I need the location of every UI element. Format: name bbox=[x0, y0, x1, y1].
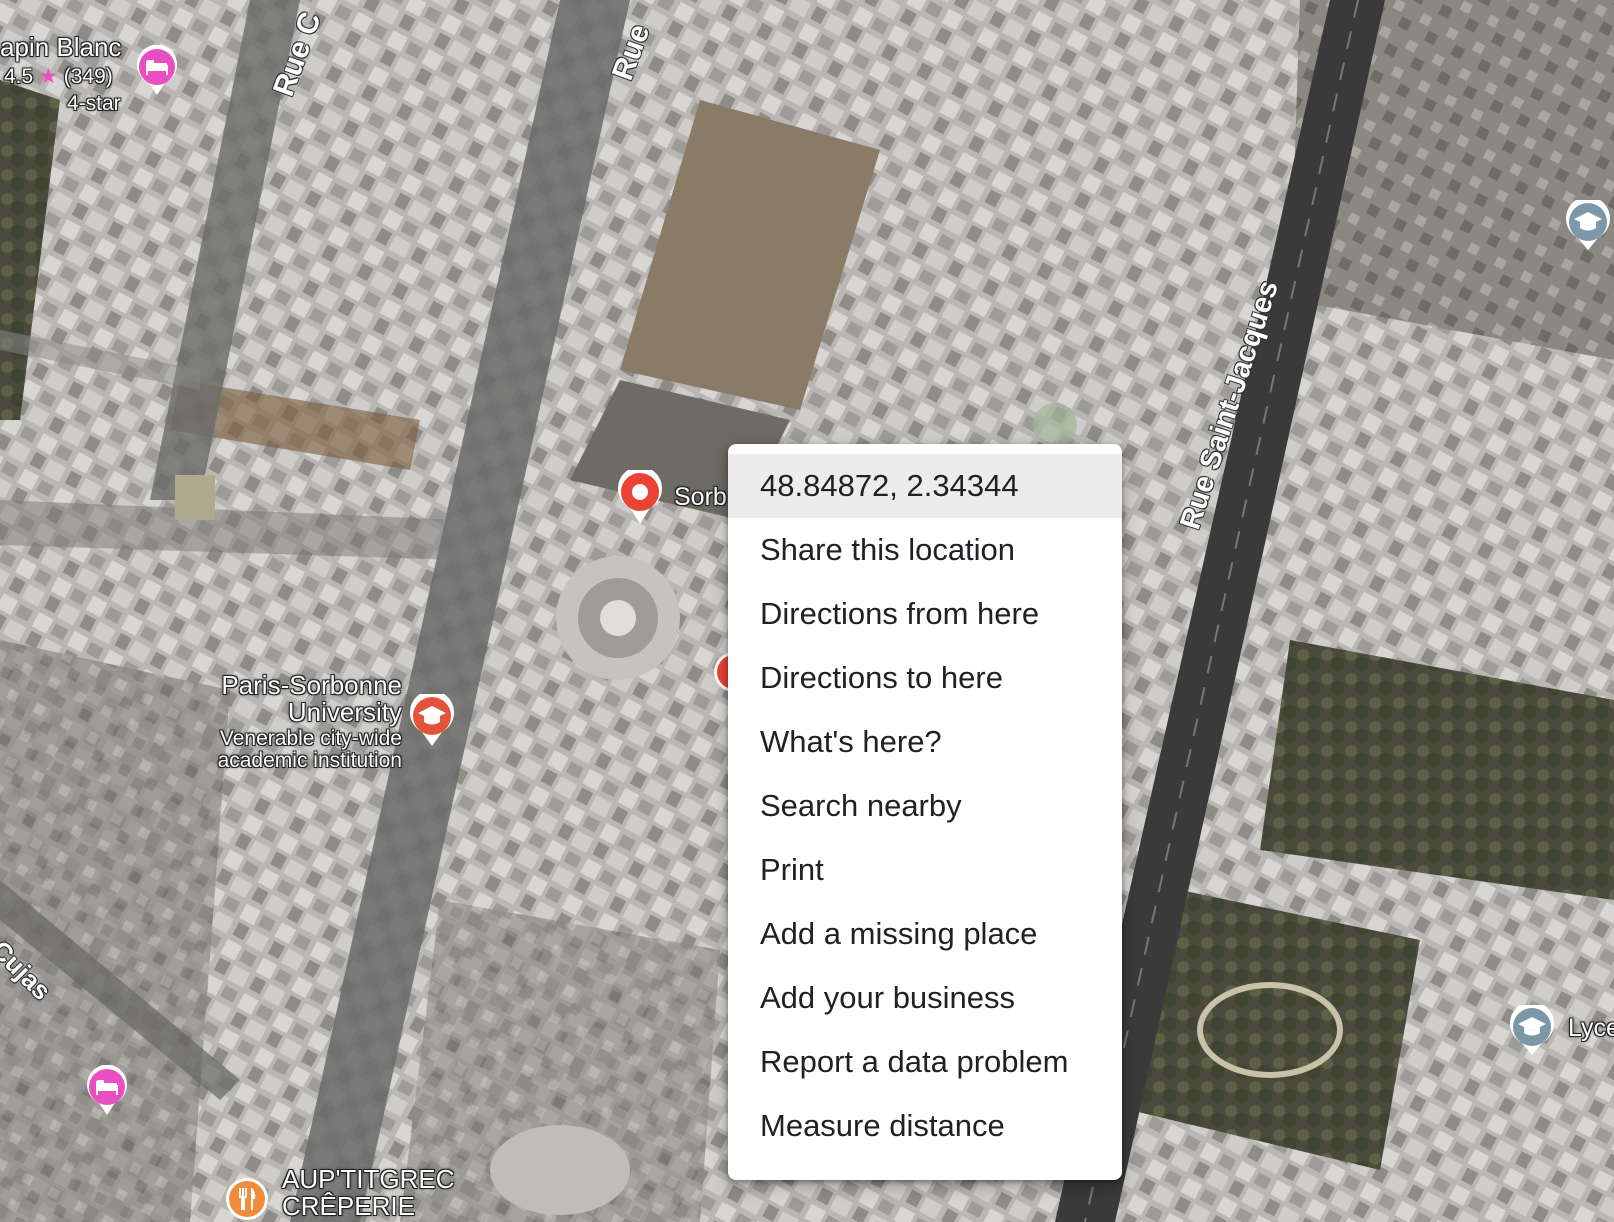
directions-to-here-menu-item[interactable]: Directions to here bbox=[728, 646, 1122, 710]
share-location-menu-item[interactable]: Share this location bbox=[728, 518, 1122, 582]
location-pin-icon bbox=[618, 470, 662, 524]
restaurant-pin[interactable] bbox=[225, 1177, 269, 1222]
university-description: Venerable city-wide academic institution bbox=[200, 727, 402, 773]
directions-from-here-menu-item[interactable]: Directions from here bbox=[728, 582, 1122, 646]
university-description-line2: academic institution bbox=[217, 749, 402, 773]
graduation-cap-icon bbox=[1510, 1005, 1554, 1055]
print-menu-item[interactable]: Print bbox=[728, 838, 1122, 902]
hotel-name-label[interactable]: apin Blanc bbox=[0, 33, 121, 61]
hotel-pin-bottom[interactable] bbox=[85, 1065, 129, 1117]
search-nearby-menu-item[interactable]: Search nearby bbox=[728, 774, 1122, 838]
creperie-label-line2: CRÊPERIE bbox=[282, 1191, 415, 1222]
selected-location-pin[interactable] bbox=[618, 470, 662, 524]
graduation-cap-icon bbox=[1566, 200, 1610, 250]
whats-here-menu-item[interactable]: What's here? bbox=[728, 710, 1122, 774]
map-context-menu: 48.84872, 2.34344 Share this location Di… bbox=[728, 444, 1122, 1180]
bed-icon bbox=[87, 1065, 127, 1115]
university-name-label[interactable]: Paris-Sorbonne University bbox=[220, 670, 402, 728]
fork-knife-icon bbox=[226, 1178, 268, 1220]
rating-star-icon: ★ bbox=[39, 65, 58, 88]
university-pin[interactable] bbox=[410, 694, 454, 746]
add-missing-place-menu-item[interactable]: Add a missing place bbox=[728, 902, 1122, 966]
university-name-line2: University bbox=[287, 697, 402, 728]
hotel-review-count: (349) bbox=[63, 65, 113, 88]
creperie-label[interactable]: AUP'TITGREC CRÊPERIE bbox=[282, 1164, 455, 1222]
add-your-business-menu-item[interactable]: Add your business bbox=[728, 966, 1122, 1030]
creperie-label-line1: AUP'TITGREC bbox=[282, 1164, 455, 1194]
measure-distance-menu-item[interactable]: Measure distance bbox=[728, 1094, 1122, 1158]
hotel-pin-top[interactable] bbox=[135, 45, 179, 97]
hotel-rating-value: 4.5 bbox=[4, 65, 34, 88]
lycee-label[interactable]: Lyce bbox=[1568, 1015, 1614, 1042]
university-description-line1: Venerable city-wide bbox=[219, 727, 402, 750]
hotel-category-label: 4-star bbox=[67, 92, 121, 115]
university-name-line1: Paris-Sorbonne bbox=[221, 670, 402, 700]
bed-icon bbox=[137, 45, 177, 95]
hotel-rating-row: 4.5 ★ (349) bbox=[4, 65, 113, 88]
coordinates-menu-item[interactable]: 48.84872, 2.34344 bbox=[728, 454, 1122, 518]
sorbonne-pin-label[interactable]: Sorb bbox=[674, 484, 727, 511]
report-data-problem-menu-item[interactable]: Report a data problem bbox=[728, 1030, 1122, 1094]
lycee-pin[interactable] bbox=[1510, 1005, 1554, 1057]
school-pin-top-right[interactable] bbox=[1566, 200, 1610, 252]
graduation-cap-icon bbox=[410, 694, 454, 746]
